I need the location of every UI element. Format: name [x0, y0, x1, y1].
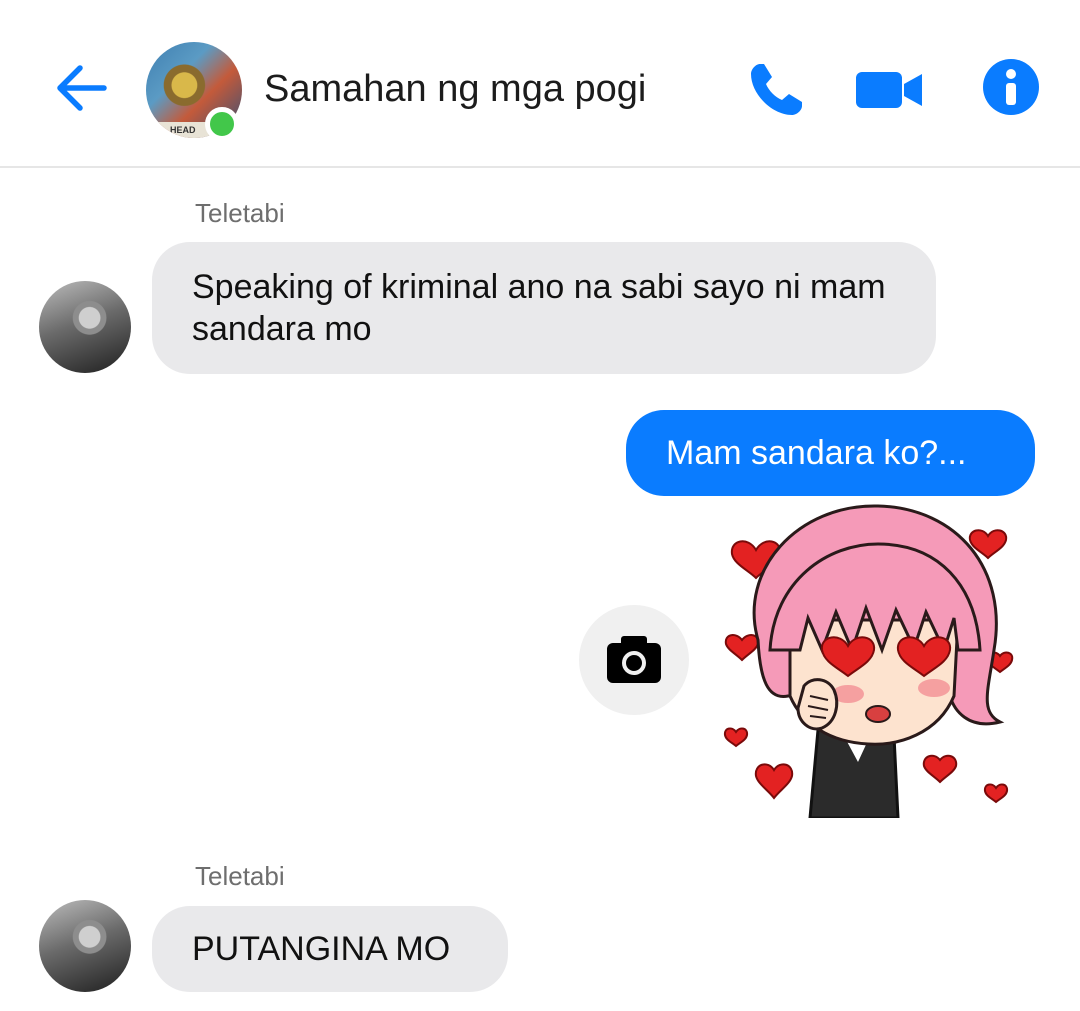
camera-button[interactable] — [579, 605, 689, 715]
outgoing-message-bubble[interactable]: Mam sandara ko?... — [626, 410, 1035, 496]
sticker-heart-eyes-girl[interactable] — [718, 500, 1018, 820]
avatar-caption: HEAD — [170, 125, 196, 135]
video-camera-icon[interactable] — [856, 58, 922, 120]
chat-header: HEAD Samahan ng mga pogi — [0, 0, 1080, 168]
camera-icon — [607, 636, 661, 683]
phone-icon[interactable] — [746, 58, 808, 120]
sender-name: Teletabi — [195, 861, 285, 891]
message-text: Mam sandara ko?... — [666, 434, 967, 472]
message-text: PUTANGINA MO — [192, 930, 451, 968]
conversation-title[interactable]: Samahan ng mga pogi — [264, 68, 646, 111]
online-status-dot — [205, 107, 239, 141]
incoming-message-bubble[interactable]: Speaking of kriminal ano na sabi sayo ni… — [152, 242, 936, 374]
info-icon[interactable] — [982, 58, 1044, 120]
sender-avatar[interactable] — [39, 281, 131, 373]
sender-name: Teletabi — [195, 198, 285, 228]
back-arrow-icon[interactable] — [52, 58, 112, 118]
message-text: Speaking of kriminal ano na sabi sayo ni… — [192, 268, 886, 348]
incoming-message-bubble[interactable]: PUTANGINA MO — [152, 906, 508, 992]
sender-avatar[interactable] — [39, 900, 131, 992]
